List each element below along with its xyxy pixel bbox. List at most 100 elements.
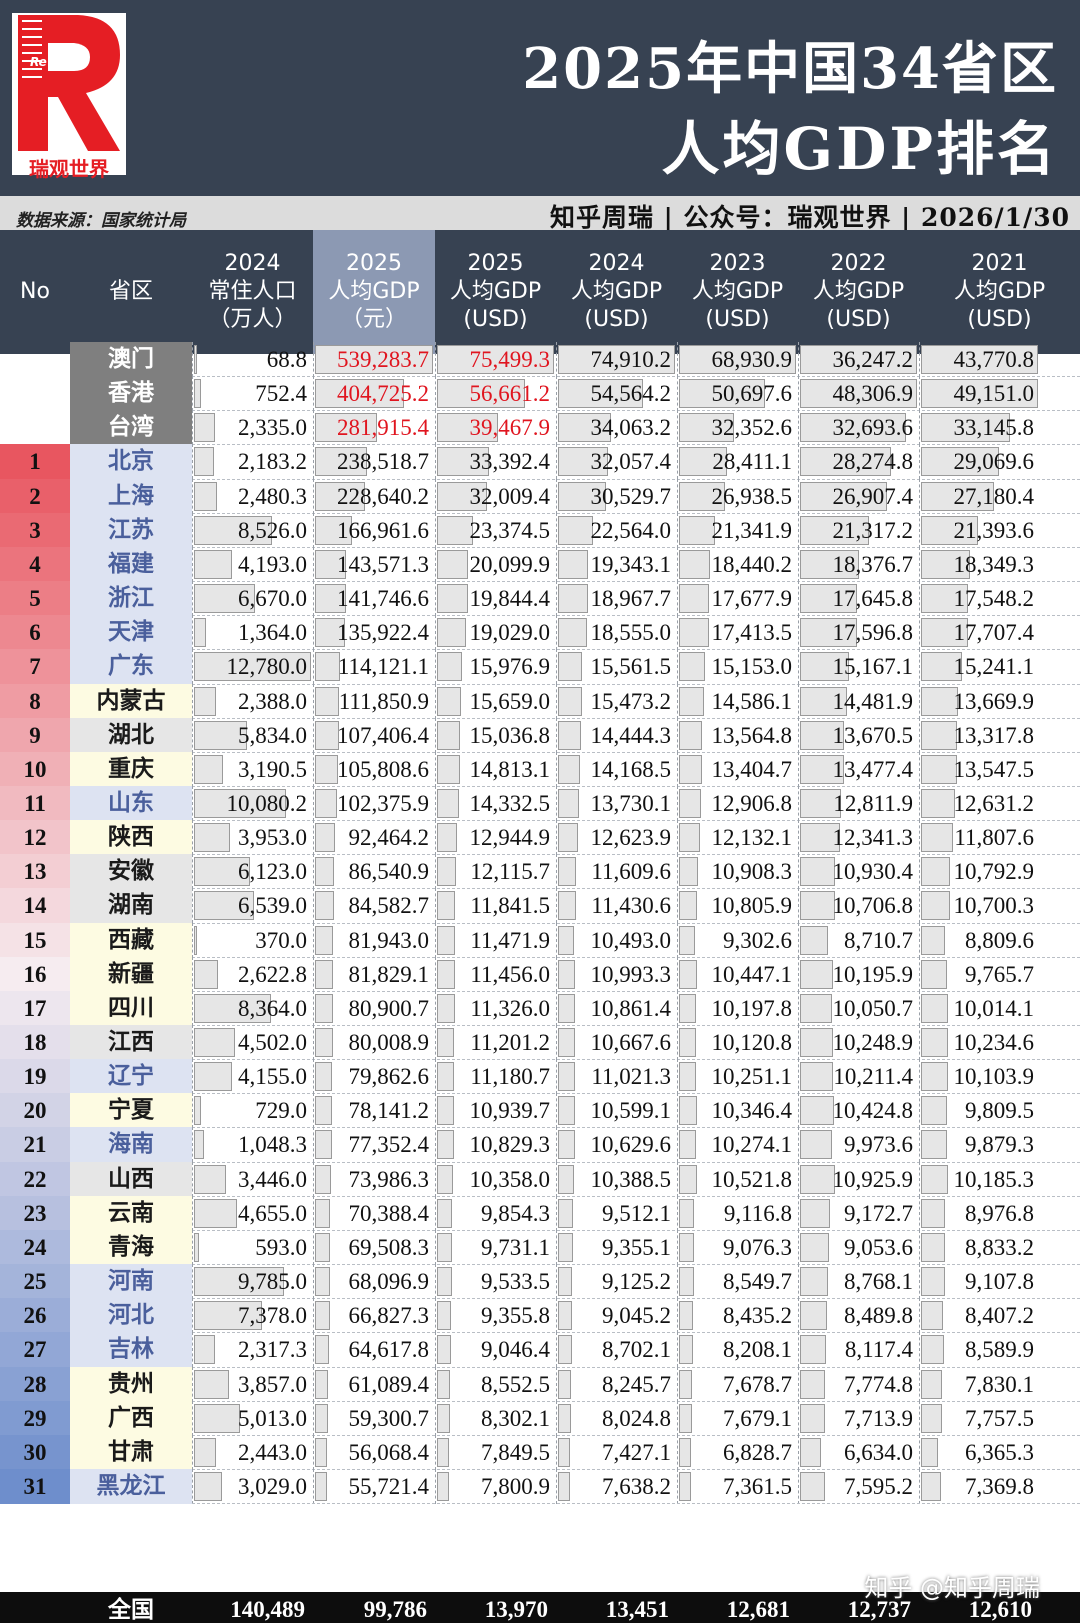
column-header-text: No: [20, 279, 50, 304]
value-cell-u21: 8,833.2: [919, 1229, 1040, 1265]
data-bar: [194, 1369, 229, 1399]
value-text: 8,489.8: [844, 1303, 913, 1329]
value-cell-u24: 14,168.5: [556, 751, 677, 787]
data-bar: [194, 549, 232, 579]
value-text: 6,539.0: [238, 893, 307, 919]
column-header-text: 人均GDP: [691, 279, 784, 304]
value-cell-u23: 10,447.1: [677, 956, 798, 992]
value-text: 13,669.9: [953, 688, 1035, 714]
value-text: 7,713.9: [844, 1405, 913, 1431]
value-cell-u21: 7,830.1: [919, 1366, 1040, 1402]
rank-cell: 25: [0, 1264, 70, 1300]
value-text: 17,596.8: [832, 620, 914, 646]
value-cell-u24: 8,702.1: [556, 1332, 677, 1368]
column-header-text: （元）: [340, 307, 407, 332]
value-cell-u25: 15,036.8: [435, 717, 556, 753]
value-text: 13,730.1: [590, 790, 672, 816]
data-bar: [558, 993, 575, 1023]
value-text: 7,369.8: [965, 1473, 1034, 1499]
value-text: 12,906.8: [711, 790, 793, 816]
value-text: 9,076.3: [723, 1234, 792, 1260]
value-cell-u24: 7,638.2: [556, 1468, 677, 1504]
data-bar: [679, 1028, 696, 1057]
value-cell-g25: 68,096.9: [313, 1264, 435, 1300]
value-text: 56,661.2: [469, 381, 551, 407]
value-text: 11,841.5: [470, 893, 550, 919]
column-header-text: 2025: [346, 251, 402, 276]
value-cell-pop: 5,834.0: [192, 717, 313, 753]
value-text: 10,930.4: [832, 859, 914, 885]
value-cell-u21: 9,765.7: [919, 956, 1040, 992]
table-row: 24 青海 593.0 69,508.3 9,731.1 9,355.1 9,076.3 9,…: [0, 1229, 1080, 1265]
value-text: 11,471.9: [470, 927, 550, 953]
value-cell-u25: 11,180.7: [435, 1059, 556, 1095]
value-cell-u22: 15,167.1: [798, 649, 919, 685]
value-cell-u23: 17,677.9: [677, 581, 798, 617]
value-text: 17,413.5: [711, 620, 793, 646]
province-name: 宁夏: [70, 1093, 192, 1129]
rank-cell: 10: [0, 751, 70, 787]
rank-cell: [0, 410, 70, 445]
table-row: 5 浙江 6,670.0 141,746.6 19,844.4 18,967.7 17,67…: [0, 581, 1080, 617]
data-bar: [921, 686, 958, 716]
column-header-text: 人均GDP: [570, 279, 663, 304]
rank-cell: 19: [0, 1059, 70, 1095]
data-bar: [558, 1130, 575, 1160]
value-text: 9,125.2: [602, 1269, 671, 1295]
value-text: 10,050.7: [832, 995, 914, 1021]
value-cell-g25: 166,961.6: [313, 512, 435, 548]
value-cell-u23: 9,076.3: [677, 1229, 798, 1265]
value-cell-g25: 80,900.7: [313, 990, 435, 1026]
rank-cell: 1: [0, 444, 70, 480]
value-cell-g25: 56,068.4: [313, 1434, 435, 1470]
data-bar: [679, 1437, 691, 1467]
value-cell-u21: 27,180.4: [919, 478, 1040, 514]
data-bar: [437, 1267, 452, 1297]
value-cell-pop: 3,029.0: [192, 1468, 313, 1504]
value-cell-g25: 81,943.0: [313, 922, 435, 958]
value-cell-u21: 17,707.4: [919, 615, 1040, 651]
value-cell-u21: 12,631.2: [919, 785, 1040, 821]
province-name: 福建: [70, 546, 192, 582]
data-bar: [437, 788, 459, 818]
value-text: 2,480.3: [238, 483, 307, 509]
rank-cell: [0, 342, 70, 377]
value-text: 19,844.4: [469, 586, 551, 612]
value-text: 10,197.8: [711, 995, 793, 1021]
data-bar: [679, 1198, 694, 1228]
table-row: 22 山西 3,446.0 73,986.3 10,358.0 10,388.5 10,52…: [0, 1161, 1080, 1197]
data-bar: [800, 1164, 835, 1194]
value-cell-pop: 4,502.0: [192, 1025, 313, 1060]
value-text: 17,677.9: [711, 586, 793, 612]
value-cell-g25: 114,121.1: [313, 649, 435, 685]
value-text: 18,376.7: [832, 551, 914, 577]
value-text: 10,908.3: [711, 859, 793, 885]
value-cell-u22: 12,341.3: [798, 820, 919, 856]
province-name: 江苏: [70, 512, 192, 548]
data-bar: [315, 1369, 328, 1399]
table-row: 18 江西 4,502.0 80,008.9 11,201.2 10,667.6 10,12…: [0, 1025, 1080, 1060]
value-text: 10,667.6: [590, 1030, 672, 1055]
value-cell-u21: 17,548.2: [919, 581, 1040, 617]
data-bar: [558, 891, 576, 921]
value-text: 7,378.0: [238, 1303, 307, 1329]
value-cell-u25: 75,499.3: [435, 342, 556, 377]
value-text: 3,446.0: [238, 1166, 307, 1192]
value-cell-pop: 4,193.0: [192, 546, 313, 582]
value-text: 30,529.7: [590, 483, 672, 509]
source-bar: 数据来源：国家统计局 知乎周瑞 | 公众号：瑞观世界 | 2026/1/30: [0, 196, 1080, 232]
value-cell-u25: 10,358.0: [435, 1161, 556, 1197]
total-pop: 140,489: [230, 1597, 305, 1622]
value-cell-u24: 11,609.6: [556, 854, 677, 890]
data-bar: [921, 857, 950, 887]
value-cell-u22: 7,774.8: [798, 1366, 919, 1402]
total-g25: 99,786: [363, 1597, 427, 1622]
value-text: 29,069.6: [953, 449, 1035, 475]
data-bar: [315, 1232, 330, 1262]
rank-cell: 9: [0, 717, 70, 753]
value-cell-u24: 9,355.1: [556, 1229, 677, 1265]
value-cell-u25: 12,115.7: [435, 854, 556, 890]
value-text: 8,208.1: [723, 1337, 792, 1363]
value-cell-u24: 9,045.2: [556, 1298, 677, 1334]
value-text: 17,548.2: [953, 586, 1035, 612]
